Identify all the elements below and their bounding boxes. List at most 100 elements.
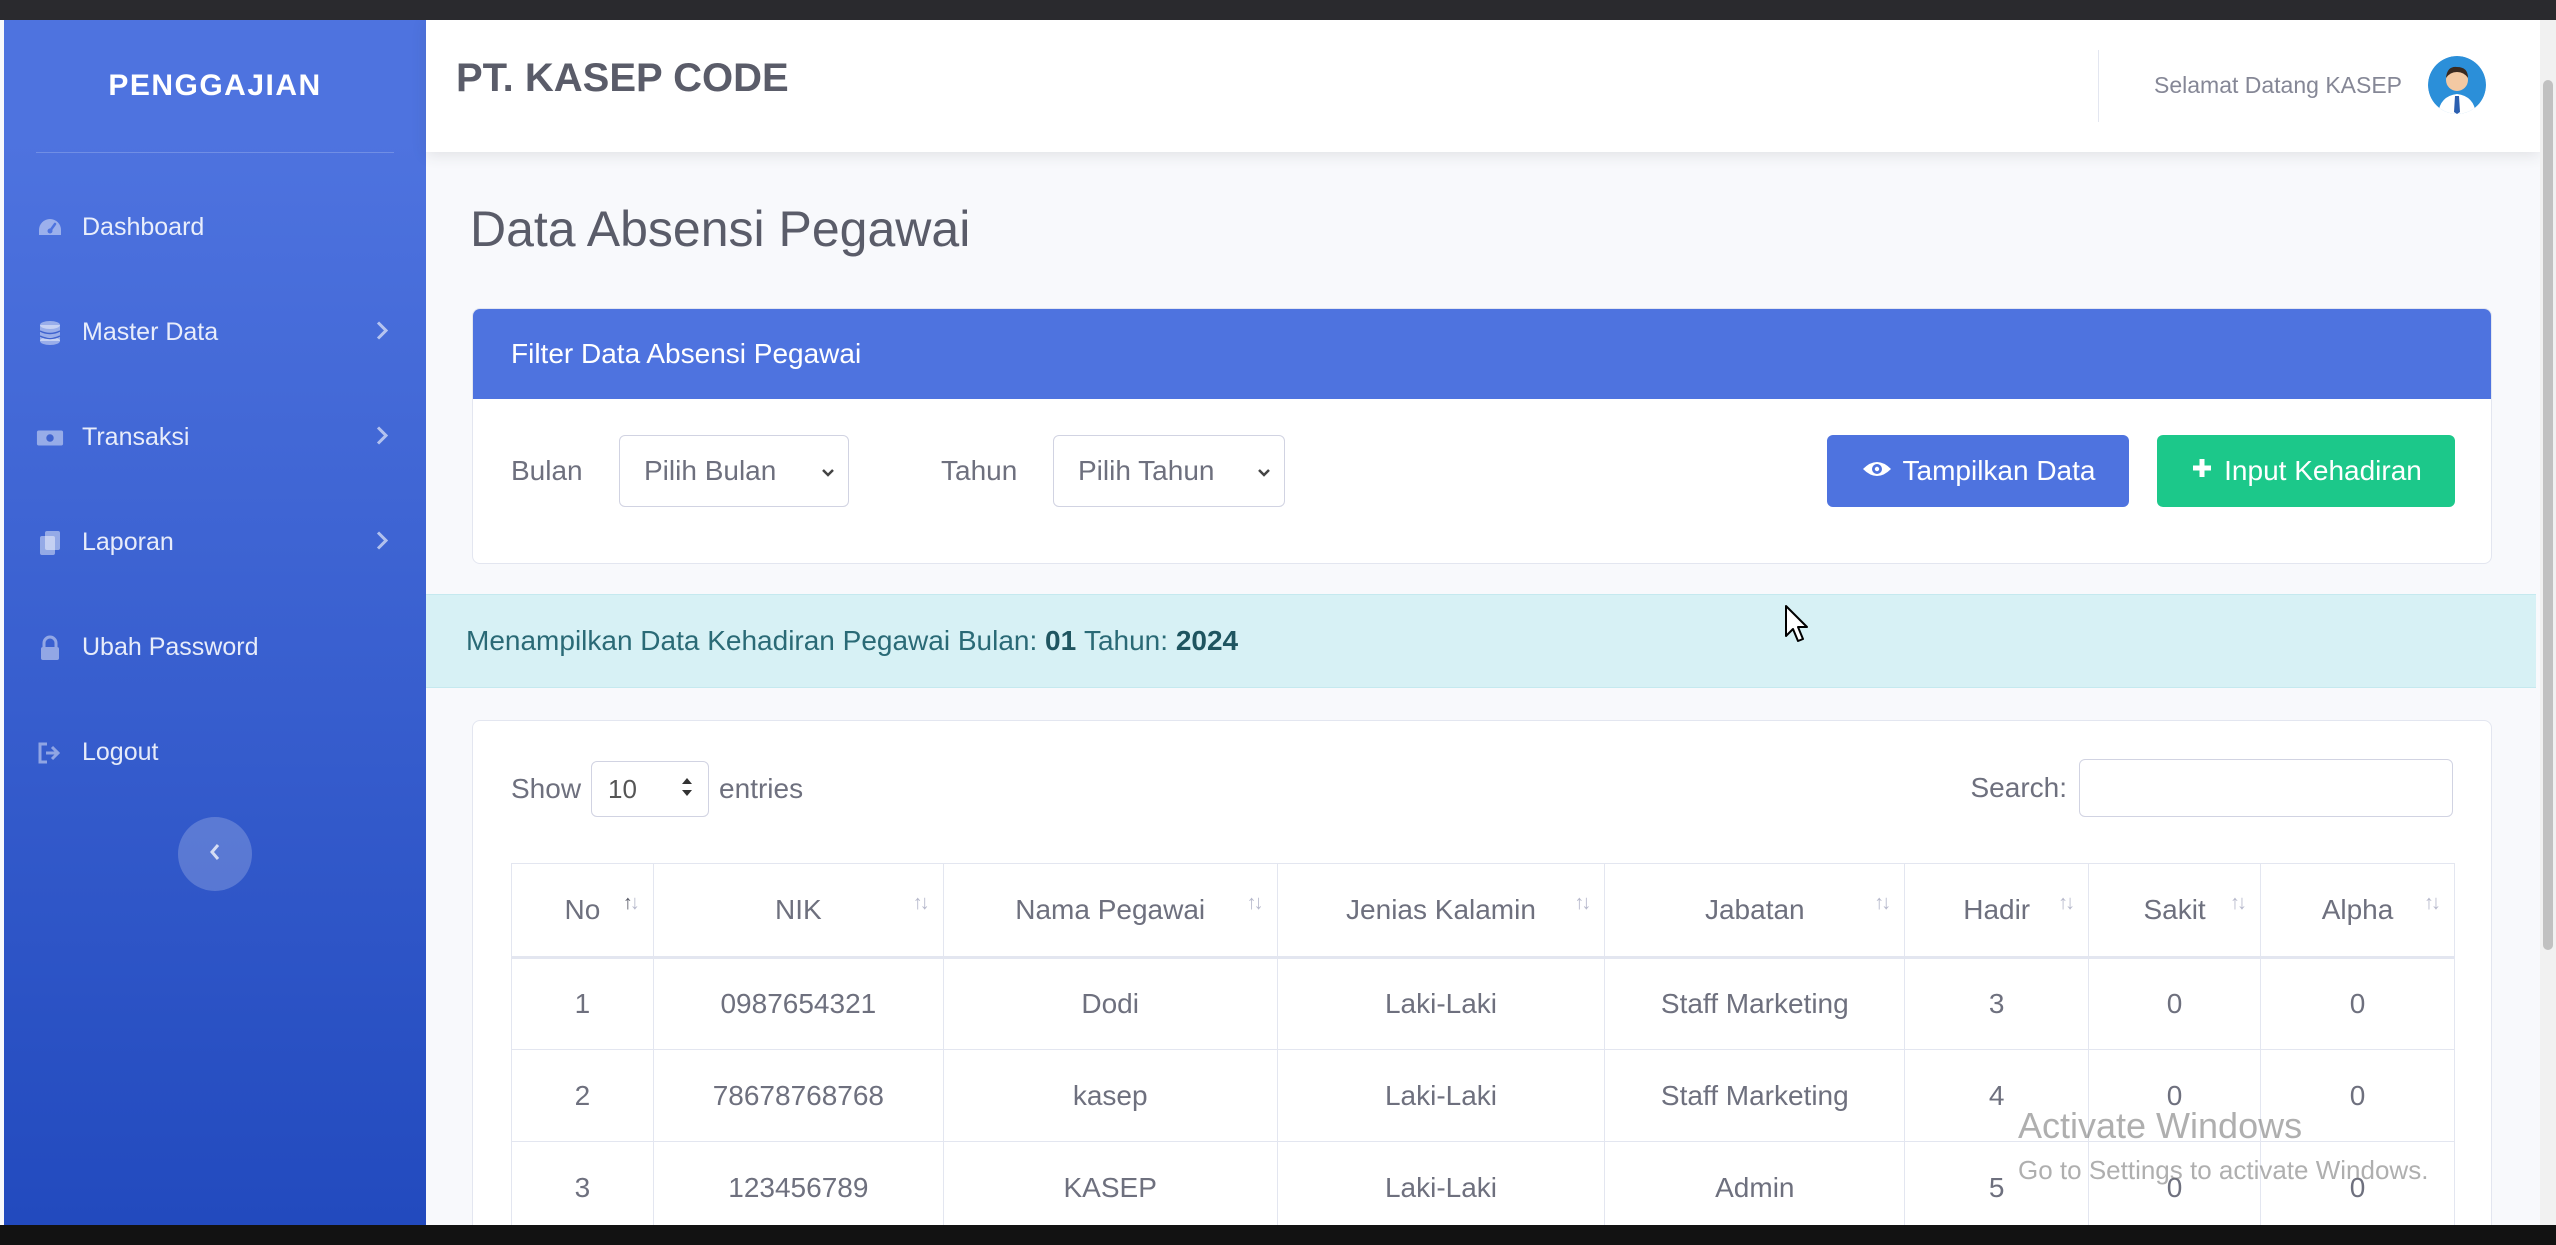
alert-tahun-prefix: Tahun: [1083,625,1169,656]
topbar-divider [2098,50,2099,122]
company-name: PT. KASEP CODE [456,56,789,100]
search-label: Search: [1970,772,2068,803]
cell-hadir: 3 [1904,957,2090,1050]
taskbar [0,1225,2556,1245]
alert-prefix: Menampilkan Data Kehadiran Pegawai Bulan… [466,625,1038,656]
chevron-down-icon [820,460,836,492]
cell-alpha: 0 [2260,957,2455,1050]
sidebar-item-transaksi[interactable]: Transaksi [4,385,426,490]
cell-no: 2 [511,1049,654,1142]
tahun-select-value: Pilih Tahun [1078,455,1215,486]
sidebar-item-label: Transaksi [82,423,190,451]
column-header-no[interactable]: No ↑↓ [511,863,654,959]
cell-nama: kasep [942,1049,1278,1142]
column-header-jenis-kelamin[interactable]: Jenias Kalamin ↑↓ [1276,863,1606,959]
money-icon [36,424,64,452]
cell-nik: 0987654321 [652,957,944,1050]
sidebar-item-laporan[interactable]: Laporan [4,490,426,595]
window-top-strip [0,0,2556,20]
sidebar-brand[interactable]: PENGGAJIAN [4,20,426,152]
tampilkan-data-button[interactable]: Tampilkan Data [1827,435,2129,507]
plus-icon [2190,455,2214,487]
entries-label: entries [719,773,804,804]
chevron-left-icon [209,843,221,866]
cell-no: 3 [511,1141,654,1225]
sort-icon: ↑↓ [622,892,640,914]
sort-icon: ↑↓ [2424,892,2441,914]
chevron-right-icon [376,318,389,347]
sidebar: PENGGAJIAN Dashboard Master Data Transak… [4,20,426,1225]
cell-sakit: 0 [2088,957,2262,1050]
cell-jenis-kelamin: Laki-Laki [1276,1141,1606,1225]
tahun-select[interactable]: Pilih Tahun [1053,435,1285,507]
sidebar-item-label: Logout [82,738,159,766]
app-window: PENGGAJIAN Dashboard Master Data Transak… [0,20,2540,1225]
column-header-jabatan[interactable]: Jabatan ↑↓ [1604,863,1906,959]
tampilkan-data-label: Tampilkan Data [1902,455,2096,486]
windows-activation-watermark: Activate Windows Go to Settings to activ… [2018,1105,2428,1186]
cell-jabatan: Admin [1604,1141,1906,1225]
sort-arrows-icon [680,774,694,807]
table-row: 1 0987654321 Dodi Laki-Laki Staff Market… [511,957,2455,1050]
sidebar-item-master-data[interactable]: Master Data [4,280,426,385]
filter-card-body: Bulan Pilih Bulan Tahun Pilih Tahun Tamp… [473,399,2491,563]
lock-icon [36,634,64,662]
input-kehadiran-button[interactable]: Input Kehadiran [2157,435,2455,507]
cell-jabatan: Staff Marketing [1604,1049,1906,1142]
watermark-subtitle: Go to Settings to activate Windows. [2018,1155,2429,1185]
tahun-label: Tahun [941,455,1018,486]
sidebar-item-dashboard[interactable]: Dashboard [4,175,426,280]
sort-icon: ↑↓ [1574,892,1591,914]
show-label: Show [511,773,582,804]
vertical-scrollbar[interactable] [2540,20,2556,1225]
sort-icon: ↑↓ [1874,892,1891,914]
tachometer-icon [36,214,64,242]
welcome-text[interactable]: Selamat Datang KASEP [2154,72,2402,99]
cell-jenis-kelamin: Laki-Laki [1276,1049,1606,1142]
sidebar-item-label: Dashboard [82,213,205,241]
sidebar-divider [36,152,394,153]
entries-select[interactable]: 10 [591,761,710,817]
sort-icon: ↑↓ [2058,892,2075,914]
sort-icon: ↑↓ [912,892,930,914]
table-header-row: No ↑↓ NIK ↑↓ Nama Pegawai ↑↓ Jenias Kalamin… [511,863,2455,959]
database-icon [36,319,64,347]
eye-icon [1861,455,1893,487]
filter-card: Filter Data Absensi Pegawai Bulan Pilih … [472,308,2492,564]
sidebar-item-label: Ubah Password [82,633,259,661]
column-header-nama-pegawai[interactable]: Nama Pegawai ↑↓ [942,863,1278,959]
filter-card-header: Filter Data Absensi Pegawai [473,309,2491,399]
sidebar-item-label: Master Data [82,318,219,346]
cell-nik: 78678768768 [652,1049,944,1142]
table-search: Search: [1970,759,2453,817]
chevron-right-icon [376,528,389,557]
input-kehadiran-label: Input Kehadiran [2224,455,2422,486]
column-header-hadir[interactable]: Hadir ↑↓ [1904,863,2090,959]
bulan-select[interactable]: Pilih Bulan [619,435,849,507]
column-header-alpha[interactable]: Alpha ↑↓ [2260,863,2455,959]
sidebar-item-ubah-password[interactable]: Ubah Password [4,595,426,700]
scrollbar-thumb[interactable] [2543,80,2553,950]
bulan-select-value: Pilih Bulan [644,455,777,486]
cell-no: 1 [511,957,654,1050]
chevron-right-icon [376,423,389,452]
cell-jenis-kelamin: Laki-Laki [1276,957,1606,1050]
search-input[interactable] [2079,759,2453,817]
info-alert: Menampilkan Data Kehadiran Pegawai Bulan… [426,594,2536,688]
sidebar-toggle-button[interactable] [178,817,252,891]
cell-jabatan: Staff Marketing [1604,957,1906,1050]
entries-select-value: 10 [608,773,637,804]
cell-nik: 123456789 [652,1141,944,1225]
sign-out-icon [36,739,64,767]
avatar[interactable] [2428,56,2486,114]
column-header-sakit[interactable]: Sakit ↑↓ [2088,863,2262,959]
topbar: PT. KASEP CODE Selamat Datang KASEP [426,20,2540,152]
column-header-nik[interactable]: NIK ↑↓ [652,863,944,959]
page-title: Data Absensi Pegawai [470,201,971,257]
sidebar-item-logout[interactable]: Logout [4,700,426,805]
sort-icon: ↑↓ [1246,892,1264,914]
chevron-down-icon [1256,460,1272,492]
cell-nama: Dodi [942,957,1278,1050]
mouse-cursor-icon [1784,604,1810,649]
cell-nama: KASEP [942,1141,1278,1225]
